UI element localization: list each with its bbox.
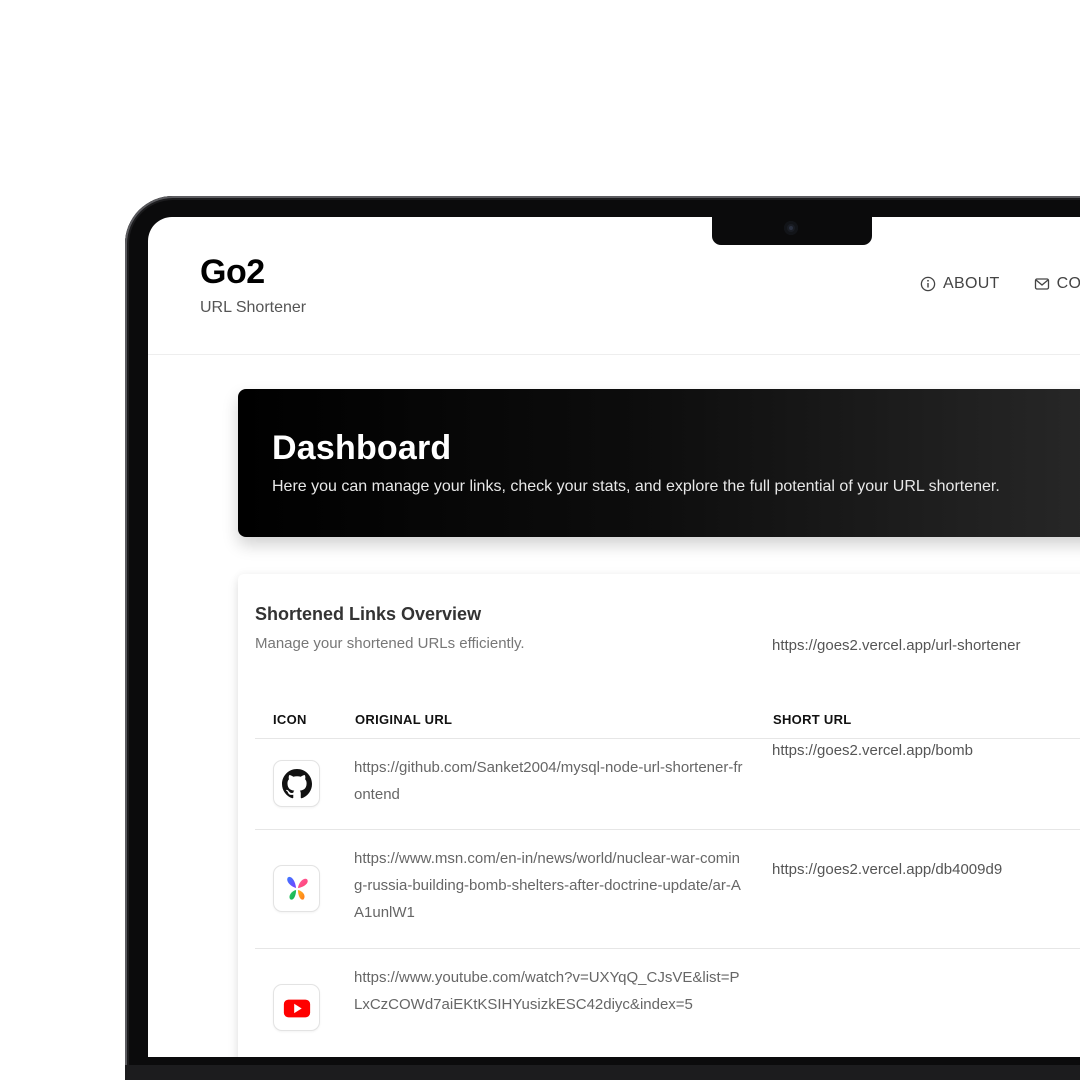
site-header: Go2 URL Shortener ABOUT CONTAC	[148, 217, 1080, 355]
device-mockup: Go2 URL Shortener ABOUT CONTAC	[0, 0, 1080, 1080]
youtube-icon	[283, 999, 310, 1017]
column-header-icon: ICON	[273, 712, 307, 727]
info-circle-icon	[920, 276, 936, 292]
card-subtitle: Manage your shortened URLs efficiently.	[255, 635, 525, 652]
row-icon-cell	[273, 865, 320, 912]
brand-title[interactable]: Go2	[200, 253, 265, 292]
webcam-icon	[784, 221, 798, 235]
mail-icon	[1034, 278, 1049, 290]
brand-subtitle: URL Shortener	[200, 299, 307, 316]
nav-contact-label: CONTACT	[1056, 275, 1080, 292]
original-url[interactable]: https://www.msn.com/en-in/news/world/nuc…	[354, 845, 744, 926]
column-header-short-url: SHORT URL	[773, 712, 852, 727]
row-icon-cell	[273, 984, 320, 1031]
nav-about-label: ABOUT	[943, 275, 1000, 292]
column-header-original-url: ORIGINAL URL	[355, 712, 453, 727]
row-divider	[255, 948, 1080, 949]
table-header-divider	[255, 738, 1080, 739]
github-icon	[281, 768, 312, 798]
short-url[interactable]: https://goes2.vercel.app/db4009d9	[772, 861, 1002, 878]
dashboard-hero: Dashboard Here you can manage your links…	[238, 389, 1080, 537]
short-url[interactable]: https://goes2.vercel.app/url-shortener	[772, 637, 1020, 654]
page-description: Here you can manage your links, check yo…	[272, 478, 1000, 495]
app-screen: Go2 URL Shortener ABOUT CONTAC	[148, 217, 1080, 1057]
row-divider	[255, 829, 1080, 830]
page-title: Dashboard	[272, 429, 452, 467]
row-icon-cell	[273, 760, 320, 807]
top-nav: ABOUT CONTACT	[920, 275, 1080, 293]
links-overview-card: Shortened Links Overview Manage your sho…	[238, 574, 1080, 1057]
original-url[interactable]: https://www.youtube.com/watch?v=UXYqQ_CJ…	[354, 964, 744, 1018]
card-title: Shortened Links Overview	[255, 604, 482, 624]
nav-about-link[interactable]: ABOUT	[920, 275, 1000, 293]
msn-butterfly-icon	[286, 876, 308, 900]
nav-contact-link[interactable]: CONTACT	[1034, 275, 1080, 293]
short-url[interactable]: https://goes2.vercel.app/bomb	[772, 742, 973, 759]
original-url[interactable]: https://github.com/Sanket2004/mysql-node…	[354, 754, 744, 808]
laptop-base	[125, 1065, 1080, 1080]
